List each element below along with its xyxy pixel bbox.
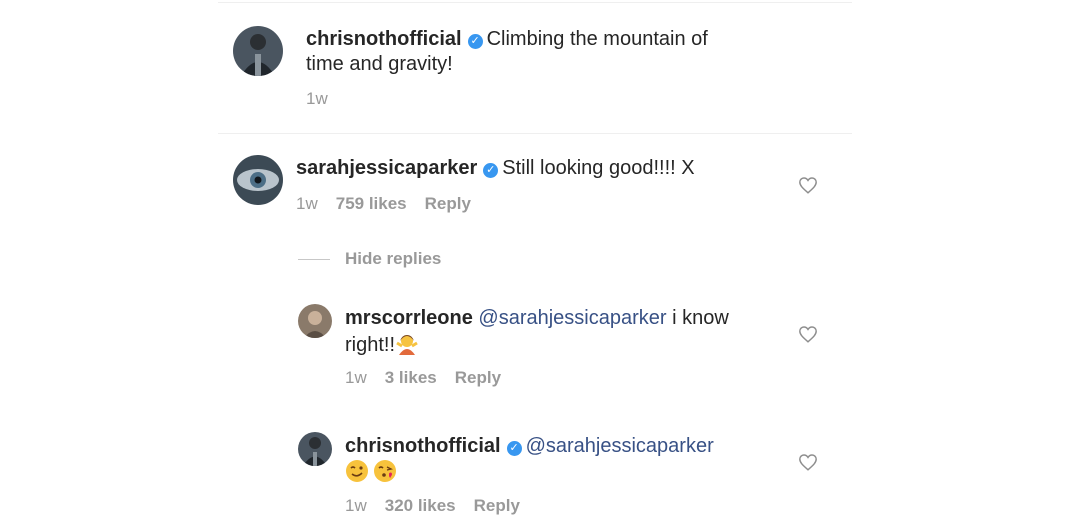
reply-meta: 1w 320 likes Reply bbox=[345, 496, 538, 516]
comments-panel: chrisnothofficial ✓ Climbing the mountain … bbox=[218, 0, 852, 516]
caption-line-2: time and gravity! bbox=[306, 53, 453, 75]
reply-line-2: right!! bbox=[345, 331, 419, 357]
reply-button[interactable]: Reply bbox=[425, 194, 471, 213]
heart-icon[interactable] bbox=[798, 325, 818, 343]
avatar[interactable] bbox=[233, 155, 283, 205]
top-divider bbox=[218, 2, 852, 3]
winking-face-emoji bbox=[345, 459, 369, 483]
caption-username[interactable]: chrisnothofficial bbox=[306, 28, 462, 50]
caption-meta: 1w bbox=[306, 89, 346, 109]
reply-likes[interactable]: 320 likes bbox=[385, 496, 456, 515]
reply-button[interactable]: Reply bbox=[455, 368, 501, 387]
reply-line-1: chrisnothofficial ✓ @sarahjessicaparker bbox=[345, 434, 714, 458]
comment-likes[interactable]: 759 likes bbox=[336, 194, 407, 213]
reply-username[interactable]: chrisnothofficial bbox=[345, 435, 501, 457]
avatar[interactable] bbox=[233, 26, 283, 76]
reply-time: 1w bbox=[345, 496, 367, 515]
face-blowing-kiss-emoji bbox=[373, 459, 397, 483]
reply-likes[interactable]: 3 likes bbox=[385, 368, 437, 387]
heart-icon[interactable] bbox=[798, 176, 818, 194]
comment-time: 1w bbox=[296, 194, 318, 213]
avatar[interactable] bbox=[298, 432, 332, 466]
hide-replies-button[interactable]: Hide replies bbox=[345, 249, 441, 269]
avatar[interactable] bbox=[298, 304, 332, 338]
verified-badge-icon: ✓ bbox=[483, 163, 499, 178]
reply-line-1: mrscorrleone @sarahjessicaparker i know bbox=[345, 306, 729, 330]
caption-time: 1w bbox=[306, 89, 328, 108]
verified-badge-icon: ✓ bbox=[467, 34, 483, 49]
comment-meta: 1w 759 likes Reply bbox=[296, 194, 489, 214]
reply-time: 1w bbox=[345, 368, 367, 387]
reply-text-2: right!! bbox=[345, 334, 396, 356]
caption-line-1: chrisnothofficial ✓ Climbing the mountain … bbox=[306, 27, 708, 51]
reply-username[interactable]: mrscorrleone bbox=[345, 307, 473, 329]
caption-text: Climbing the mountain of bbox=[486, 28, 708, 50]
mention-link[interactable]: @sarahjessicaparker bbox=[526, 435, 714, 457]
mention-link[interactable]: @sarahjessicaparker bbox=[478, 307, 666, 329]
woman-gesturing-emoji bbox=[395, 331, 419, 355]
reply-button[interactable]: Reply bbox=[474, 496, 520, 515]
comment-text: Still looking good!!!! X bbox=[502, 157, 695, 179]
hide-replies-line bbox=[298, 259, 330, 260]
reply-emoji-line bbox=[345, 459, 397, 489]
heart-icon[interactable] bbox=[798, 453, 818, 471]
reply-text: i know bbox=[666, 307, 729, 329]
reply-meta: 1w 3 likes Reply bbox=[345, 368, 519, 388]
caption-divider bbox=[218, 133, 852, 134]
comment-line: sarahjessicaparker ✓ Still looking good!!!… bbox=[296, 156, 695, 180]
verified-badge-icon: ✓ bbox=[506, 441, 522, 456]
comment-username[interactable]: sarahjessicaparker bbox=[296, 157, 477, 179]
